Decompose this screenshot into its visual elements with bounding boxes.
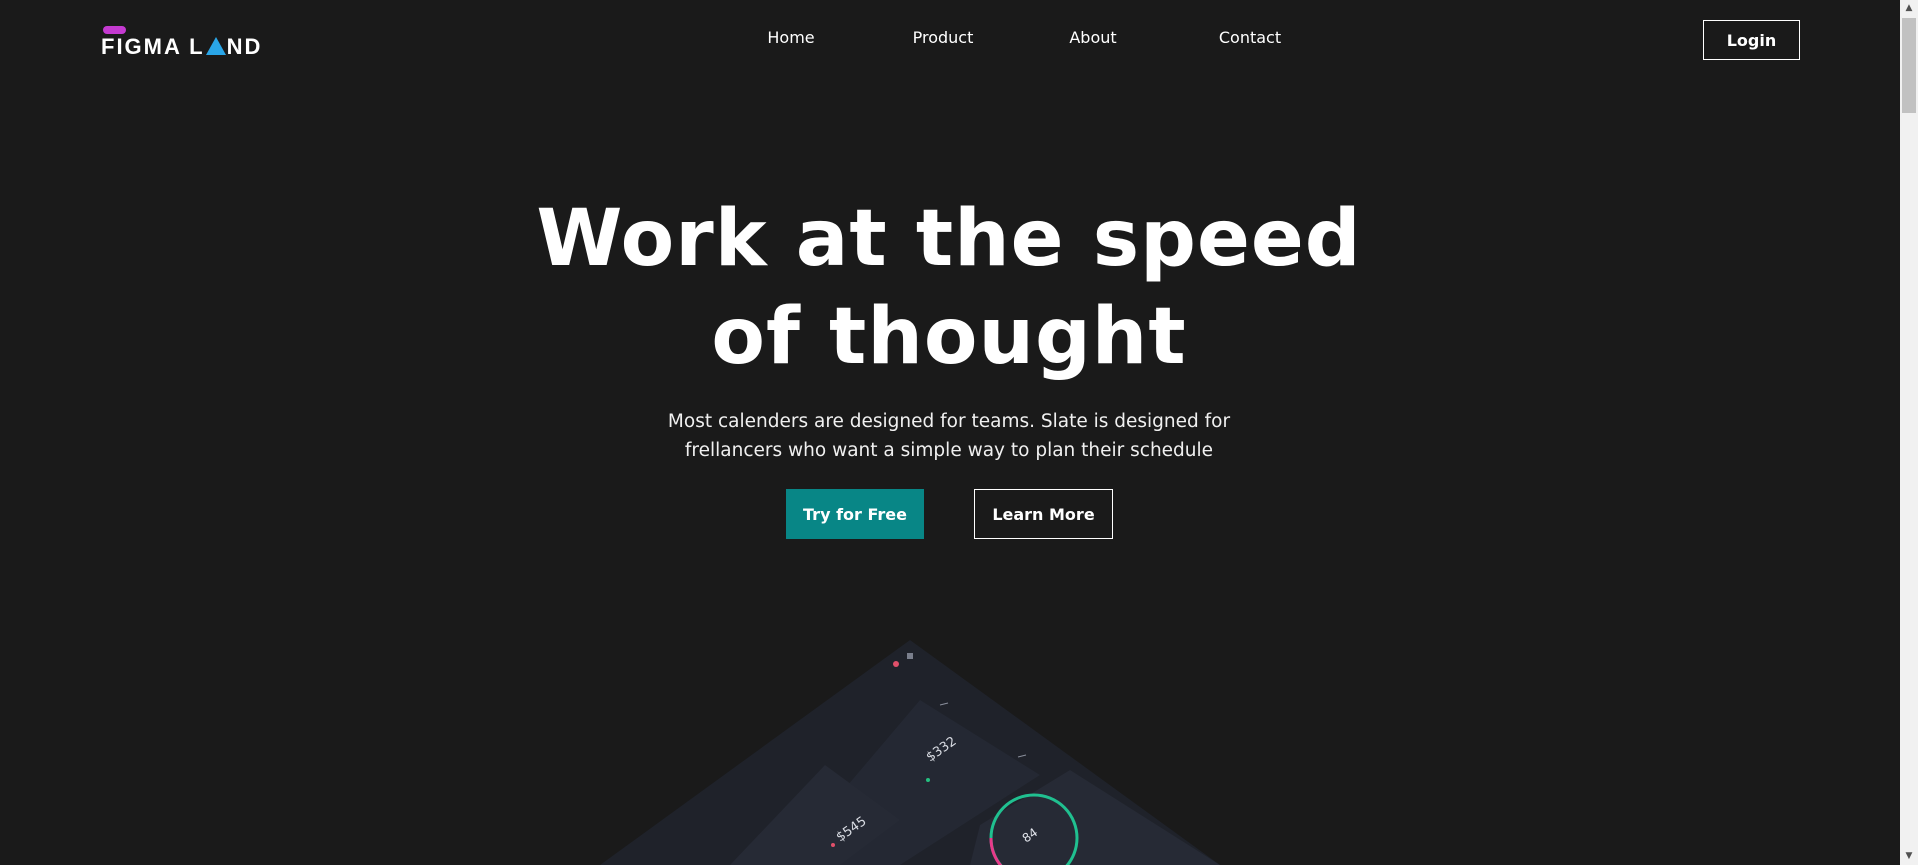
learn-more-button[interactable]: Learn More (974, 489, 1113, 539)
scroll-up-arrow-icon[interactable]: ▲ (1900, 0, 1918, 17)
dashboard-mockup-image: $332 $545 84 (600, 630, 1220, 865)
scroll-down-arrow-icon[interactable]: ▼ (1900, 848, 1918, 865)
try-for-free-button[interactable]: Try for Free (786, 489, 924, 539)
top-navbar: FIGMA L ND Home Product About Contact Log… (0, 0, 1900, 80)
hero-subtitle: Most calenders are designed for teams. S… (609, 407, 1289, 465)
scrollbar-thumb[interactable] (1902, 18, 1916, 113)
hero-subtitle-line-1: Most calenders are designed for teams. S… (667, 411, 1231, 432)
logo-text-right: ND (226, 34, 263, 59)
hero-title-line-2: of thought (711, 292, 1187, 382)
logo-triangle-icon (205, 37, 226, 55)
page-scrollbar[interactable]: ▲ ▼ (1900, 0, 1918, 865)
mockup-grid-icon (907, 653, 913, 659)
logo-wordmark: FIGMA L ND (101, 34, 262, 60)
hero-title: Work at the speed of thought (459, 190, 1439, 386)
nav-link-contact[interactable]: Contact (1210, 28, 1290, 47)
hero-title-line-1: Work at the speed (536, 194, 1362, 284)
logo-pill-icon (103, 26, 126, 34)
logo-text-left: FIGMA L (101, 34, 205, 59)
figma-land-logo[interactable]: FIGMA L ND (101, 24, 260, 59)
hero-subtitle-line-2: frellancers who want a simple way to pla… (684, 440, 1214, 461)
nav-link-about[interactable]: About (1063, 28, 1123, 47)
dashboard-mockup-svg: $332 $545 84 (600, 640, 1220, 865)
login-button[interactable]: Login (1703, 20, 1800, 60)
nav-link-product[interactable]: Product (903, 28, 983, 47)
mockup-red-dot-icon (893, 661, 899, 667)
nav-link-home[interactable]: Home (761, 28, 821, 47)
